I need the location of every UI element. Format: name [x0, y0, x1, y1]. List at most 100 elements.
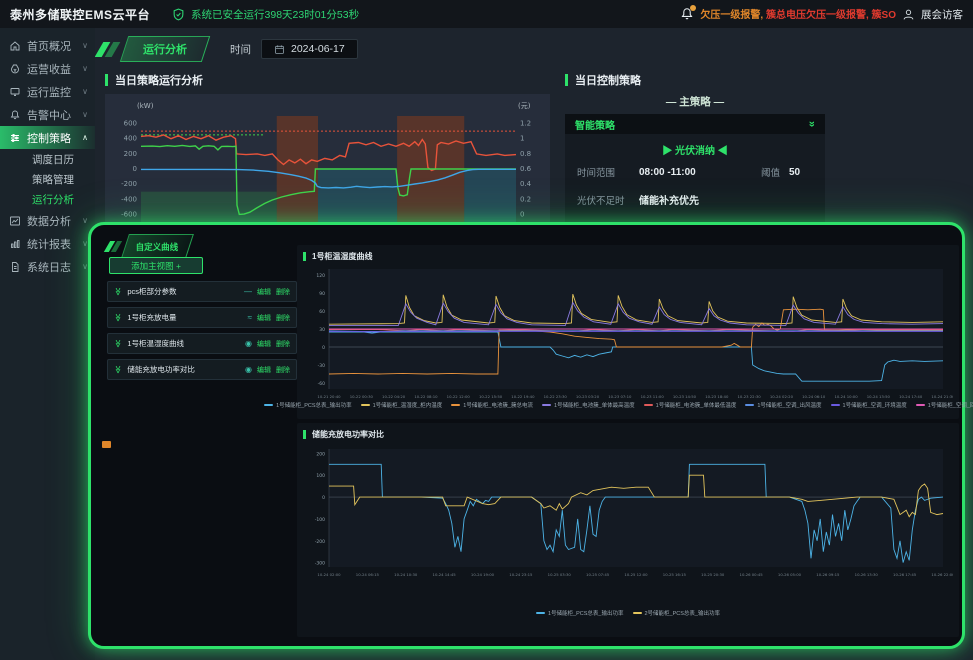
wave-icon[interactable]: ≈: [248, 313, 252, 322]
svg-text:10-24 19:00: 10-24 19:00: [471, 572, 495, 577]
svg-text:10-24 14:45: 10-24 14:45: [433, 572, 457, 577]
sidebar-subitem[interactable]: 调度日历: [0, 149, 95, 169]
strategy-run-chart[interactable]: 6004002000-200-400-6001.210.80.60.40.20(…: [105, 94, 550, 234]
collapse-up-icon[interactable]: «: [806, 121, 818, 127]
modal-title-badge: 自定义曲线: [121, 234, 193, 258]
legend-item[interactable]: 2号储能柜_PCS总表_输出功率: [633, 609, 721, 617]
curve-row[interactable]: ≫储能充放电功率对比◉编辑删除: [107, 359, 297, 380]
delete-link[interactable]: 删除: [276, 313, 290, 323]
sidebar-item-log[interactable]: 系统日志∨: [0, 255, 95, 278]
svg-text:10-26 22:00: 10-26 22:00: [931, 572, 953, 577]
temp-curve-chart[interactable]: 1209060300-30-6010-21 20:4010-22 00:3010…: [303, 263, 953, 403]
user-icon[interactable]: [902, 8, 915, 21]
legend-label: 1号储能柜_空调_环境温度: [843, 401, 907, 409]
add-main-view-button[interactable]: 添加主视图 +: [109, 257, 203, 274]
alert-text[interactable]: 欠压一级报警, 簇总电压欠压一级报警, 簇SO: [700, 5, 896, 23]
svg-text:10-26 13:30: 10-26 13:30: [855, 572, 879, 577]
expand-chevron-icon[interactable]: ≫: [114, 287, 123, 295]
svg-text:10-26 09:15: 10-26 09:15: [816, 572, 840, 577]
legend-item[interactable]: 1号储能柜_空调_环境温度: [831, 401, 907, 409]
section-title-control: 当日控制策略: [565, 72, 641, 88]
expand-chevron-icon[interactable]: ≫: [114, 365, 123, 373]
legend-item[interactable]: 1号储能柜_电池簇_单体最高温度: [542, 401, 635, 409]
svg-text:10-22 12:00: 10-22 12:00: [447, 394, 471, 399]
line-icon[interactable]: —: [244, 287, 252, 296]
edit-link[interactable]: 编辑: [257, 287, 271, 297]
smart-strategy-header[interactable]: 智能策略 «: [565, 114, 825, 134]
legend-swatch-icon: [644, 404, 653, 406]
legend-label: 1号储能柜_PCS总表_输出功率: [548, 609, 624, 617]
curve-row[interactable]: ≫1号柜温湿度曲线◉编辑删除: [107, 333, 297, 354]
sidebar-item-monitor[interactable]: 运行监控∨: [0, 80, 95, 103]
svg-text:10-22 08:10: 10-22 08:10: [414, 394, 438, 399]
chevron-down-icon: ∨: [82, 87, 88, 96]
time-label: 时间: [230, 42, 251, 57]
shield-icon: [172, 8, 185, 21]
legend-item[interactable]: 1号储能柜_空调_出风温度: [745, 401, 821, 409]
log-icon: [9, 261, 21, 273]
sidebar-subitem[interactable]: 策略管理: [0, 169, 95, 189]
svg-text:10-21 20:40: 10-21 20:40: [317, 394, 341, 399]
sidebar-item-revenue[interactable]: 运营收益∨: [0, 57, 95, 80]
edit-link[interactable]: 编辑: [257, 365, 271, 375]
svg-text:1.2: 1.2: [520, 120, 531, 128]
svg-text:10-24 06:10: 10-24 06:10: [802, 394, 826, 399]
legend-item[interactable]: 1号储能柜_PCS总表_输出功率: [264, 401, 352, 409]
delete-link[interactable]: 删除: [276, 339, 290, 349]
bell-icon: [9, 109, 21, 121]
legend-item[interactable]: 1号储能柜_电池簇_单体最低温度: [644, 401, 737, 409]
threshold-value: 50: [789, 167, 813, 178]
analysis-icon: [9, 215, 21, 227]
title-bar-decor: [303, 252, 306, 261]
svg-text:30: 30: [319, 327, 325, 333]
edit-link[interactable]: 编辑: [257, 339, 271, 349]
mode-label: ▶ 光伏消纳 ◀: [565, 134, 825, 157]
curve-row[interactable]: ≫ pcs柜部分参数 — 编辑删除: [107, 281, 297, 302]
legend-label: 1号储能柜_电池簇_单体最高温度: [554, 401, 635, 409]
date-picker[interactable]: 2024-06-17: [261, 39, 358, 59]
power-compare-chart[interactable]: 2001000-100-200-30010-24 02:0010-24 06:1…: [303, 443, 953, 583]
eye-icon[interactable]: ◉: [245, 339, 252, 348]
power-chart-legend: 1号储能柜_PCS总表_输出功率 2号储能柜_PCS总表_输出功率: [303, 609, 953, 617]
eye-icon[interactable]: ◉: [245, 365, 252, 374]
legend-item[interactable]: 1号储能柜_PCS总表_输出功率: [536, 609, 624, 617]
svg-text:-200: -200: [121, 180, 137, 188]
sidebar-item-label: 告警中心: [27, 107, 71, 123]
svg-text:10-25 03:30: 10-25 03:30: [548, 572, 572, 577]
sidebar-item-analysis[interactable]: 数据分析∨: [0, 209, 95, 232]
curve-name: pcs柜部分参数: [127, 286, 239, 297]
sidebar-item-strategy[interactable]: 控制策略∧: [0, 126, 95, 149]
strategy-icon: [9, 132, 21, 144]
svg-text:60: 60: [319, 309, 325, 315]
edit-link[interactable]: 编辑: [257, 313, 271, 323]
delete-link[interactable]: 删除: [276, 287, 290, 297]
sidebar-item-label: 数据分析: [27, 213, 71, 229]
svg-text:0: 0: [322, 495, 325, 501]
svg-text:10-24 10:30: 10-24 10:30: [394, 572, 418, 577]
legend-item[interactable]: 1号储能柜_空调_回风温度: [916, 401, 973, 409]
expand-chevron-icon[interactable]: ≫: [114, 313, 123, 321]
sidebar-item-label: 统计报表: [27, 236, 71, 252]
delete-link[interactable]: 删除: [276, 365, 290, 375]
notification-bell-icon[interactable]: [680, 7, 694, 21]
svg-text:0.4: 0.4: [520, 180, 532, 188]
expand-chevron-icon[interactable]: ≫: [114, 339, 123, 347]
sidebar-item-home[interactable]: 首页概况∨: [0, 34, 95, 57]
svg-text:600: 600: [124, 120, 137, 128]
power-chart-title: 储能充放电功率对比: [303, 429, 384, 440]
svg-text:10-23 22:30: 10-23 22:30: [738, 394, 762, 399]
sidebar: 首页概况∨运营收益∨运行监控∨告警中心∨控制策略∧调度日历策略管理运行分析数据分…: [0, 28, 95, 660]
sidebar-subitem[interactable]: 运行分析: [0, 189, 95, 209]
orange-marker-icon: [102, 441, 111, 448]
svg-text:(元): (元): [518, 102, 531, 110]
tab-run-analysis[interactable]: 运行分析: [120, 36, 210, 62]
curve-row[interactable]: ≫1号柜充放电量≈编辑删除: [107, 307, 297, 328]
legend-item[interactable]: 1号储能柜_电池簇_簇总电流: [451, 401, 533, 409]
user-name[interactable]: 展会访客: [921, 7, 963, 22]
row-label: 时间范围: [577, 165, 639, 179]
sidebar-item-report[interactable]: 统计报表∨: [0, 232, 95, 255]
legend-item[interactable]: 1号储能柜_温湿度_柜内温度: [361, 401, 443, 409]
topbar-right: 欠压一级报警, 簇总电压欠压一级报警, 簇SO 展会访客: [680, 5, 963, 23]
legend-swatch-icon: [451, 404, 460, 406]
sidebar-item-bell[interactable]: 告警中心∨: [0, 103, 95, 126]
